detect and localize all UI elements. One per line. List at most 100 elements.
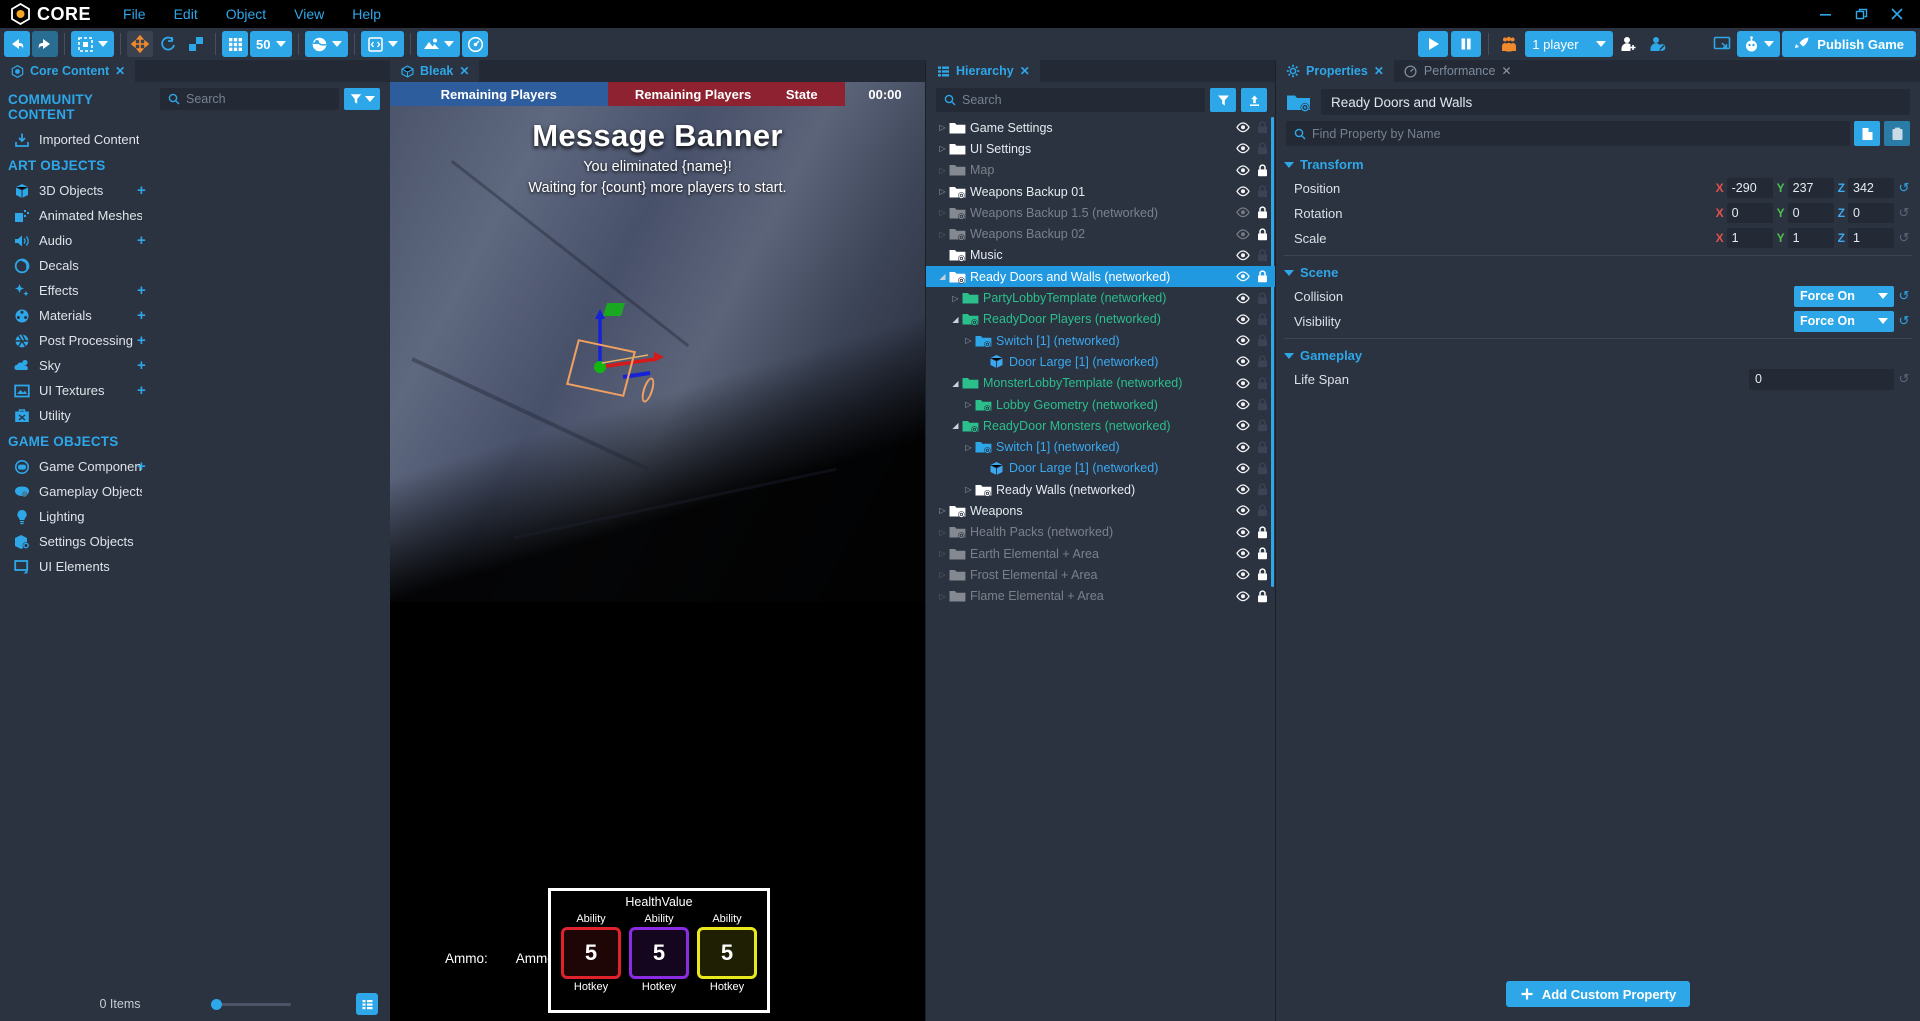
core-content-item-3d-objects[interactable]: 3D Objects + xyxy=(0,178,160,203)
rotation-x-input[interactable]: 0 xyxy=(1726,203,1773,223)
add-icon[interactable]: + xyxy=(137,459,146,474)
world-space-dropdown[interactable] xyxy=(305,31,349,57)
tab-hierarchy[interactable]: Hierarchy ✕ xyxy=(926,60,1040,82)
lock-toggle-icon[interactable] xyxy=(1253,334,1271,347)
undo-button[interactable] xyxy=(4,31,30,57)
chevron-right-icon[interactable]: ▷ xyxy=(936,230,949,239)
close-icon[interactable]: ✕ xyxy=(1501,64,1511,78)
visibility-toggle-icon[interactable] xyxy=(1233,314,1253,325)
hierarchy-tree[interactable]: ▷ Game Settings ▷ UI Settings ▷ Map ▷ Weapons B… xyxy=(926,117,1275,1021)
lock-toggle-icon[interactable] xyxy=(1253,291,1271,305)
lock-toggle-icon[interactable] xyxy=(1253,185,1271,198)
hierarchy-search-input[interactable]: Search xyxy=(936,88,1205,112)
life-span-input[interactable]: 0 xyxy=(1749,368,1894,390)
grid-snap-button[interactable] xyxy=(222,31,248,57)
properties-section-scene[interactable]: Scene xyxy=(1276,261,1920,284)
scale-z-input[interactable]: 1 xyxy=(1848,228,1894,248)
grid-size-dropdown[interactable]: 50 xyxy=(250,31,293,57)
hierarchy-filter-button[interactable] xyxy=(1210,88,1236,112)
visibility-toggle-icon[interactable] xyxy=(1233,591,1253,602)
lock-toggle-icon[interactable] xyxy=(1253,462,1271,475)
hierarchy-row[interactable]: ◢ Ready Doors and Walls (networked) xyxy=(926,266,1275,288)
core-content-item-ui-textures[interactable]: UI Textures + xyxy=(0,378,160,403)
lock-toggle-icon[interactable] xyxy=(1253,398,1271,411)
core-content-item-game-components[interactable]: Game Components + xyxy=(0,454,160,479)
chevron-down-icon[interactable]: ◢ xyxy=(949,421,962,430)
reset-property-icon[interactable]: ↺ xyxy=(1894,180,1914,196)
visibility-toggle-icon[interactable] xyxy=(1233,441,1253,453)
lock-toggle-icon[interactable] xyxy=(1253,121,1271,134)
rotation-y-input[interactable]: 0 xyxy=(1787,203,1834,223)
close-icon[interactable]: ✕ xyxy=(115,64,125,78)
visibility-toggle-icon[interactable] xyxy=(1233,420,1253,431)
lock-toggle-icon[interactable] xyxy=(1253,270,1271,283)
scripting-dropdown[interactable] xyxy=(361,31,405,57)
lock-toggle-icon[interactable] xyxy=(1253,164,1271,177)
chevron-right-icon[interactable]: ▷ xyxy=(962,400,975,409)
visibility-toggle-icon[interactable] xyxy=(1233,505,1253,516)
chevron-right-icon[interactable]: ▷ xyxy=(936,144,949,153)
hierarchy-row[interactable]: ▷ Weapons Backup 01 xyxy=(926,181,1275,202)
chevron-right-icon[interactable]: ▷ xyxy=(936,528,949,537)
visibility-toggle-icon[interactable] xyxy=(1233,228,1253,240)
visibility-toggle-icon[interactable] xyxy=(1233,207,1253,218)
play-button[interactable] xyxy=(1418,31,1449,57)
viewport-3d[interactable]: Remaining Players Remaining Players Stat… xyxy=(390,82,925,1021)
tab-viewport[interactable]: Bleak ✕ xyxy=(390,60,480,82)
restore-icon[interactable] xyxy=(1844,1,1878,27)
performance-button[interactable] xyxy=(462,31,489,57)
hierarchy-row[interactable]: ◢ MonsterLobbyTemplate (networked) xyxy=(926,373,1275,394)
lock-toggle-icon[interactable] xyxy=(1253,377,1271,390)
add-icon[interactable]: + xyxy=(137,383,146,398)
rotate-tool-button[interactable] xyxy=(155,31,181,57)
visibility-dropdown[interactable]: Force On xyxy=(1794,310,1894,332)
add-icon[interactable]: + xyxy=(137,333,146,348)
reset-property-icon[interactable]: ↺ xyxy=(1894,205,1914,221)
scale-y-input[interactable]: 1 xyxy=(1787,228,1834,248)
hierarchy-upload-button[interactable] xyxy=(1241,88,1267,112)
add-custom-property-button[interactable]: Add Custom Property xyxy=(1505,981,1691,1007)
add-player-icon[interactable] xyxy=(1616,31,1642,57)
core-content-item-sky[interactable]: Sky + xyxy=(0,353,160,378)
visibility-toggle-icon[interactable] xyxy=(1233,335,1253,346)
visibility-toggle-icon[interactable] xyxy=(1233,527,1253,538)
core-content-item-effects[interactable]: Effects + xyxy=(0,278,160,303)
close-icon[interactable]: ✕ xyxy=(1020,64,1030,78)
close-icon[interactable]: ✕ xyxy=(1374,64,1384,78)
chevron-right-icon[interactable]: ▷ xyxy=(962,485,975,494)
menu-object[interactable]: Object xyxy=(212,3,280,25)
tab-properties[interactable]: Properties ✕ xyxy=(1276,60,1394,82)
hierarchy-row[interactable]: ▷ Weapons Backup 02 xyxy=(926,223,1275,244)
chevron-right-icon[interactable]: ▷ xyxy=(936,506,949,515)
core-content-search-input[interactable]: Search xyxy=(160,88,339,110)
properties-section-gameplay[interactable]: Gameplay xyxy=(1276,344,1920,367)
list-view-button[interactable] xyxy=(356,993,378,1015)
close-icon[interactable]: ✕ xyxy=(459,64,469,78)
pause-button[interactable] xyxy=(1451,31,1482,57)
lock-toggle-icon[interactable] xyxy=(1253,249,1271,262)
lock-toggle-icon[interactable] xyxy=(1253,313,1271,326)
core-content-filter-button[interactable] xyxy=(344,88,380,110)
core-content-item-post-processing[interactable]: Post Processing + xyxy=(0,328,160,353)
visibility-toggle-icon[interactable] xyxy=(1233,122,1253,133)
chevron-right-icon[interactable]: ▷ xyxy=(962,336,975,345)
add-icon[interactable]: + xyxy=(137,308,146,323)
lock-toggle-icon[interactable] xyxy=(1253,526,1271,539)
chevron-right-icon[interactable]: ▷ xyxy=(936,123,949,132)
visibility-toggle-icon[interactable] xyxy=(1233,548,1253,559)
hierarchy-row[interactable]: ▷ Health Packs (networked) xyxy=(926,522,1275,543)
chevron-down-icon[interactable]: ◢ xyxy=(936,272,949,281)
chevron-right-icon[interactable]: ▷ xyxy=(949,294,962,303)
multiplayer-icon[interactable] xyxy=(1496,31,1522,57)
remove-player-icon[interactable] xyxy=(1645,31,1671,57)
hierarchy-row[interactable]: Music xyxy=(926,245,1275,266)
collision-dropdown[interactable]: Force On xyxy=(1794,285,1894,307)
scale-tool-button[interactable] xyxy=(183,31,209,57)
position-x-input[interactable]: -290 xyxy=(1726,178,1773,198)
chevron-down-icon[interactable]: ◢ xyxy=(949,379,962,388)
translate-tool-button[interactable] xyxy=(127,31,153,57)
chevron-right-icon[interactable]: ▷ xyxy=(936,592,949,601)
add-icon[interactable]: + xyxy=(137,283,146,298)
reset-property-icon[interactable]: ↺ xyxy=(1894,288,1914,304)
hierarchy-row[interactable]: ▷ Weapons xyxy=(926,500,1275,521)
